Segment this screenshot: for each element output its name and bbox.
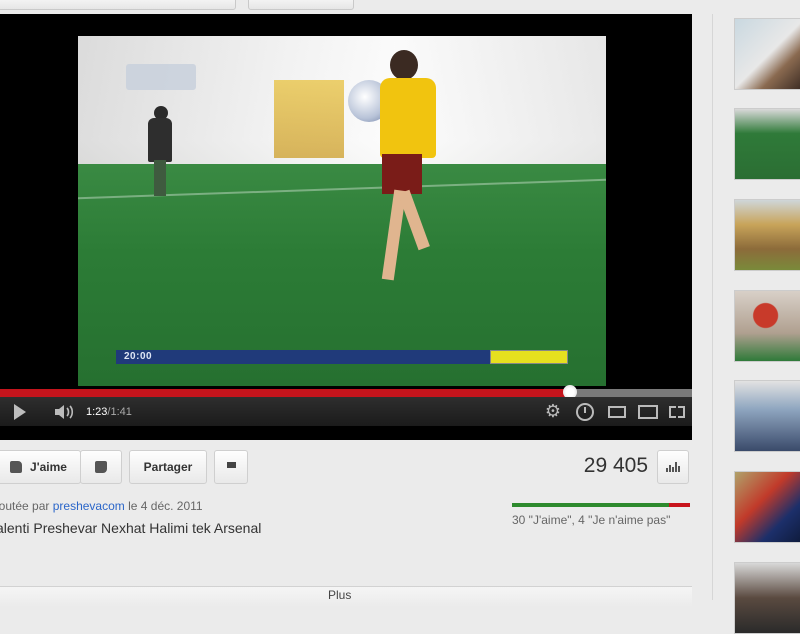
uploader-link[interactable]: preshevacom bbox=[53, 499, 125, 513]
top-button[interactable] bbox=[248, 0, 354, 10]
rating-bar bbox=[512, 503, 690, 507]
flag-button[interactable] bbox=[214, 450, 248, 484]
watch-later-button[interactable] bbox=[572, 397, 598, 426]
tv-station-logo bbox=[126, 64, 196, 90]
rating-like-portion bbox=[512, 503, 670, 507]
upload-info: joutée par preshevacom le 4 déc. 2011 bbox=[0, 499, 203, 513]
time-display: 1:23 / 1:41 bbox=[86, 397, 132, 426]
related-video-thumbnail[interactable] bbox=[734, 380, 800, 452]
duration: 1:41 bbox=[110, 405, 132, 418]
upload-date: 4 déc. 2011 bbox=[140, 499, 203, 513]
rating-text: 30 "J'aime", 4 "Je n'aime pas" bbox=[512, 513, 671, 527]
fullscreen-button[interactable] bbox=[664, 397, 690, 426]
volume-button[interactable] bbox=[52, 397, 76, 426]
progress-bar[interactable] bbox=[0, 385, 692, 399]
video-title: alenti Preshevar Nexhat Halimi tek Arsen… bbox=[0, 520, 262, 536]
dislike-button[interactable] bbox=[80, 450, 122, 484]
share-button[interactable]: Partager bbox=[129, 450, 207, 484]
fullscreen-icon bbox=[669, 405, 685, 418]
related-video-thumbnail[interactable] bbox=[734, 199, 800, 271]
added-by-prefix: joutée par bbox=[0, 499, 53, 513]
view-count: 29 405 bbox=[583, 454, 648, 477]
thumbs-down-icon bbox=[95, 461, 107, 473]
stats-button[interactable] bbox=[657, 450, 689, 484]
small-player-button[interactable] bbox=[604, 397, 630, 426]
related-video-thumbnail[interactable] bbox=[734, 562, 800, 634]
play-icon bbox=[14, 403, 26, 420]
thumbs-up-icon bbox=[10, 461, 23, 473]
footballer-figure bbox=[378, 50, 448, 300]
progress-played bbox=[0, 389, 570, 397]
wall-banner bbox=[274, 80, 344, 158]
current-time: 1:23 bbox=[86, 405, 108, 418]
related-video-thumbnail[interactable] bbox=[734, 290, 800, 362]
video-frame[interactable]: 20:00 bbox=[78, 36, 606, 386]
settings-button[interactable]: ⚙ bbox=[540, 397, 566, 426]
player-controls: 1:23 / 1:41 ⚙ bbox=[0, 397, 692, 426]
flag-icon bbox=[226, 462, 236, 468]
watch-later-icon bbox=[576, 402, 594, 421]
related-video-thumbnail[interactable] bbox=[734, 108, 800, 180]
stats-icon bbox=[666, 462, 680, 472]
small-player-icon bbox=[608, 405, 626, 418]
related-video-thumbnail[interactable] bbox=[734, 18, 800, 90]
top-strip bbox=[0, 0, 800, 14]
date-prefix: le bbox=[124, 499, 141, 513]
volume-icon bbox=[55, 404, 74, 419]
top-button[interactable] bbox=[0, 0, 236, 10]
like-button[interactable]: J'aime bbox=[0, 450, 81, 484]
play-button[interactable] bbox=[0, 397, 40, 426]
lower-third-text: 20:00 bbox=[124, 351, 153, 362]
bystander-figure bbox=[148, 106, 172, 196]
related-video-thumbnail[interactable] bbox=[734, 471, 800, 543]
sidebar-divider bbox=[712, 14, 713, 600]
like-label: J'aime bbox=[30, 460, 67, 474]
settings-icon: ⚙ bbox=[544, 401, 562, 421]
video-player[interactable]: 20:00 bbox=[0, 14, 692, 440]
large-player-icon bbox=[638, 404, 658, 419]
lower-third-accent bbox=[490, 350, 568, 364]
share-label: Partager bbox=[143, 460, 193, 474]
large-player-button[interactable] bbox=[634, 397, 662, 426]
